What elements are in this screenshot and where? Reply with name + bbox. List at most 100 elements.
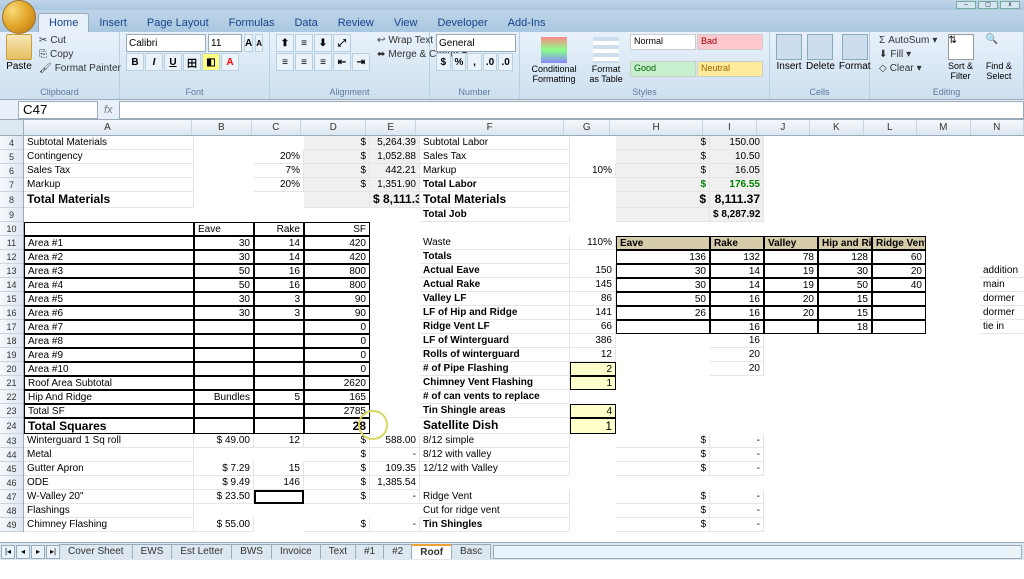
cell[interactable]: 90	[304, 306, 370, 320]
cell[interactable]: Area #4	[24, 278, 194, 292]
ribbon-tab-review[interactable]: Review	[328, 14, 384, 32]
row-header[interactable]: 49	[0, 518, 23, 532]
style-bad[interactable]: Bad	[697, 34, 763, 50]
cell[interactable]	[254, 418, 304, 434]
row-header[interactable]: 46	[0, 476, 23, 490]
cell[interactable]: $	[304, 434, 370, 448]
cell[interactable]: Tin Shingles	[420, 518, 570, 532]
row-header[interactable]: 12	[0, 250, 23, 264]
column-header[interactable]: N	[971, 120, 1024, 135]
clear-button[interactable]: ◇ Clear ▾	[876, 62, 940, 75]
cell[interactable]: Waste	[420, 236, 570, 250]
column-header[interactable]: F	[416, 120, 565, 135]
cell[interactable]: Area #7	[24, 320, 194, 334]
cell[interactable]: 15	[818, 306, 872, 320]
name-box[interactable]	[18, 101, 98, 119]
cell[interactable]: 2620	[304, 376, 370, 390]
cell[interactable]: Rake	[710, 236, 764, 250]
cell[interactable]: W-Valley 20"	[24, 490, 194, 504]
cell[interactable]: $	[616, 178, 710, 192]
cell[interactable]: $	[616, 462, 710, 476]
cell[interactable]: 50	[818, 278, 872, 292]
paste-button[interactable]: Paste	[6, 61, 32, 72]
font-color-button[interactable]: A	[221, 53, 239, 71]
cell[interactable]: Satellite Dish	[420, 418, 570, 434]
column-header[interactable]: J	[757, 120, 810, 135]
cell[interactable]: 800	[304, 278, 370, 292]
row-header[interactable]: 5	[0, 150, 23, 164]
underline-button[interactable]: U	[164, 53, 182, 71]
decrease-font-button[interactable]: A	[255, 34, 263, 52]
cell[interactable]: $ 7.29	[194, 462, 254, 476]
cell[interactable]: 15	[818, 292, 872, 306]
cell[interactable]: Total Labor	[420, 178, 570, 192]
cell[interactable]: 588.00	[370, 434, 420, 448]
cell[interactable]: 16	[710, 334, 764, 348]
cell[interactable]: $	[304, 150, 370, 164]
cell[interactable]: $	[304, 136, 370, 150]
cell[interactable]: Metal	[24, 448, 194, 462]
sheet-nav-first[interactable]: |◂	[1, 545, 15, 559]
cell[interactable]: LF of Hip and Ridge	[420, 306, 570, 320]
cell[interactable]	[194, 348, 254, 362]
cell[interactable]: -	[710, 448, 764, 462]
column-header[interactable]: G	[564, 120, 610, 135]
cell[interactable]: tie in	[980, 320, 1024, 334]
cell[interactable]: Ridge Vent LF	[420, 320, 570, 334]
style-good[interactable]: Good	[630, 61, 696, 77]
cell[interactable]: 109.35	[370, 462, 420, 476]
cell[interactable]	[194, 362, 254, 376]
row-header[interactable]: 43	[0, 434, 23, 448]
cell[interactable]: Chimney Vent Flashing	[420, 376, 570, 390]
cell[interactable]: 60	[872, 250, 926, 264]
column-header[interactable]: M	[917, 120, 970, 135]
cell[interactable]: -	[710, 490, 764, 504]
cell[interactable]: $ 8,287.92	[710, 208, 764, 222]
cell[interactable]: $ 23.50	[194, 490, 254, 504]
cell[interactable]: 132	[710, 250, 764, 264]
cell[interactable]: 66	[570, 320, 616, 334]
cell[interactable]: 150	[570, 264, 616, 278]
cell[interactable]: Flashings	[24, 504, 194, 518]
cell[interactable]: 90	[304, 292, 370, 306]
cell[interactable]: Tin Shingle areas	[420, 404, 570, 418]
cell[interactable]: 16	[710, 320, 764, 334]
column-header[interactable]: K	[810, 120, 863, 135]
align-center-button[interactable]: ≡	[295, 53, 313, 71]
row-header[interactable]: 20	[0, 362, 23, 376]
row-header[interactable]: 18	[0, 334, 23, 348]
percent-button[interactable]: %	[452, 53, 467, 71]
cell[interactable]: 1,052.88	[370, 150, 420, 164]
cell[interactable]: ODE	[24, 476, 194, 490]
cell[interactable]: Eave	[194, 222, 254, 236]
cell[interactable]	[194, 418, 254, 434]
cell[interactable]: 20	[872, 264, 926, 278]
column-header[interactable]: A	[24, 120, 192, 135]
fill-button[interactable]: ⬇ Fill ▾	[876, 48, 940, 61]
cell[interactable]: Area #5	[24, 292, 194, 306]
cell[interactable]	[872, 292, 926, 306]
cell[interactable]: Ridge Vent	[420, 490, 570, 504]
bold-button[interactable]: B	[126, 53, 144, 71]
cell[interactable]: main	[980, 278, 1024, 292]
cell-styles-gallery[interactable]: Normal Bad Good Neutral	[630, 34, 763, 86]
cell[interactable]: 1,385.54	[370, 476, 420, 490]
cell[interactable]: 136	[616, 250, 710, 264]
cell[interactable]: Hip And Ridge	[24, 390, 194, 404]
format-cells-button[interactable]: Format	[839, 61, 871, 72]
cell[interactable]: 2	[570, 362, 616, 376]
row-header[interactable]: 11	[0, 236, 23, 250]
cell[interactable]: 50	[616, 292, 710, 306]
cell[interactable]: 20%	[254, 178, 304, 192]
cell[interactable]: Total Squares	[24, 418, 194, 434]
cell[interactable]: 146	[254, 476, 304, 490]
cell[interactable]: 8/12 simple	[420, 434, 570, 448]
increase-indent-button[interactable]: ⇥	[352, 53, 370, 71]
cell[interactable]: 0	[304, 362, 370, 376]
cell[interactable]: 12	[570, 348, 616, 362]
cell[interactable]: 30	[818, 264, 872, 278]
row-header[interactable]: 16	[0, 306, 23, 320]
cell[interactable]: $	[616, 490, 710, 504]
cell[interactable]	[616, 320, 710, 334]
cell[interactable]	[24, 222, 194, 236]
